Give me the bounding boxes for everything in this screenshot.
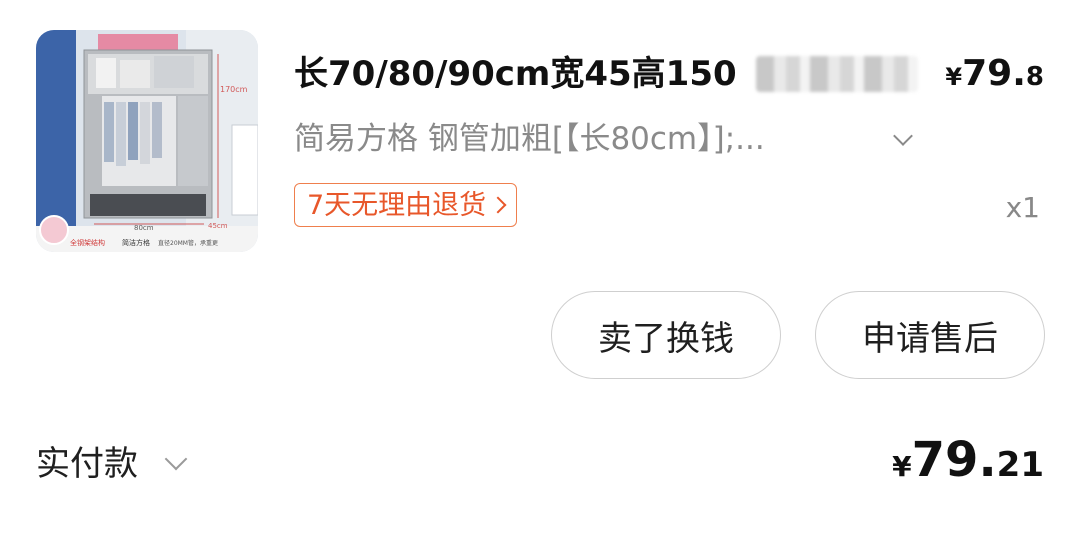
product-thumbnail[interactable]: 170cm 80cm 45cm 全钢架结构 简洁方格 直径20MM管，承重更 — [36, 30, 258, 252]
image-footer-left: 全钢架结构 — [70, 238, 105, 247]
product-spec-text: 简易方格 钢管加粗[【长80cm】];... — [294, 121, 765, 157]
return-policy-badge[interactable]: 7天无理由退货 — [294, 183, 518, 227]
chevron-down-icon — [893, 126, 913, 146]
quantity: x1 — [1005, 191, 1040, 224]
payment-integer: 79. — [911, 432, 997, 488]
product-title-row[interactable]: 长70/80/90cm宽45高150 ¥79.8 — [294, 46, 1044, 106]
payment-label[interactable]: 实付款 — [36, 440, 138, 488]
wardrobe-product-image: 170cm 80cm 45cm 全钢架结构 简洁方格 直径20MM管，承重更 — [36, 30, 258, 252]
chevron-right-icon — [489, 196, 507, 214]
width-dimension-label: 80cm — [134, 224, 154, 232]
unit-price-currency: ¥ — [945, 63, 963, 91]
after-sales-button[interactable]: 申请售后 — [815, 291, 1045, 379]
depth-dimension-label: 45cm — [208, 222, 228, 230]
height-dimension-label: 170cm — [220, 85, 248, 94]
payment-decimal: 21 — [996, 445, 1044, 485]
chevron-down-icon[interactable] — [164, 447, 188, 471]
product-title[interactable]: 长70/80/90cm宽45高150 — [294, 46, 754, 102]
payment-amount: ¥79.21 — [892, 428, 1044, 503]
unit-price-decimal: 8 — [1025, 62, 1044, 92]
unit-price: ¥79.8 — [945, 46, 1044, 108]
return-policy-text: 7天无理由退货 — [307, 190, 487, 221]
redacted-title-blur — [756, 56, 918, 92]
product-spec-selector[interactable]: 简易方格 钢管加粗[【长80cm】];... — [294, 115, 934, 163]
sell-button[interactable]: 卖了换钱 — [551, 291, 781, 379]
payment-currency: ¥ — [892, 450, 912, 483]
unit-price-integer: 79. — [962, 53, 1026, 94]
image-footer-right: 直径20MM管，承重更 — [158, 239, 218, 247]
image-footer-mid: 简洁方格 — [122, 238, 150, 247]
